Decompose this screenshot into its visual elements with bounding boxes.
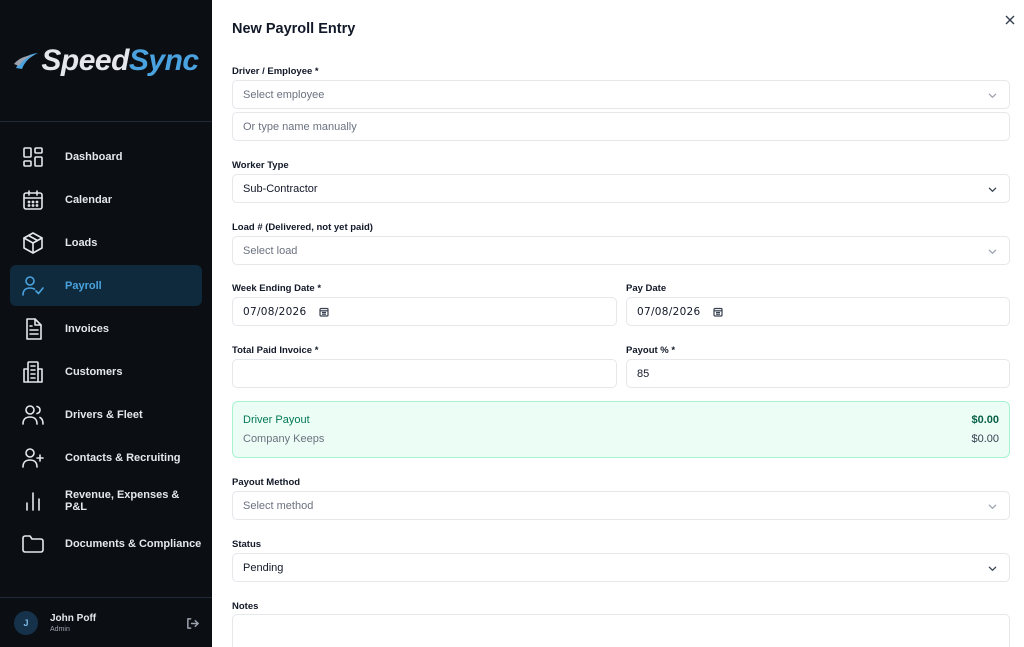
sidebar-item-label: Payroll xyxy=(65,279,102,292)
sidebar-item-label: Calendar xyxy=(65,193,113,206)
sidebar-item-loads[interactable]: Loads xyxy=(10,222,202,263)
payout-method-label: Payout Method xyxy=(232,477,301,488)
sidebar-item-revenue-expenses[interactable]: Revenue, Expenses & P&L xyxy=(10,480,202,521)
sidebar-item-label: Revenue, Expenses & P&L xyxy=(65,488,180,513)
user-role: Admin xyxy=(50,625,70,633)
close-icon[interactable] xyxy=(1005,12,1015,25)
employee-name-input[interactable]: Or type name manually xyxy=(232,112,1010,141)
payout-percent-label: Payout % * xyxy=(626,345,676,356)
speedsync-logo[interactable]: Speed Sync xyxy=(13,43,199,78)
avatar[interactable]: J xyxy=(14,610,38,635)
load-select[interactable]: Select load xyxy=(232,236,1010,265)
sidebar-item-contacts-recruiting[interactable]: Contacts & Recruiting xyxy=(10,437,202,478)
pay-date-value: 07/08/2026 xyxy=(637,305,701,318)
load-label: Load # (Delivered, not yet paid) xyxy=(232,222,373,233)
week-ending-date-input[interactable]: 07/08/2026 xyxy=(232,297,617,326)
user-plus-icon xyxy=(21,446,45,470)
chevron-down-icon xyxy=(988,185,997,194)
chevron-down-icon xyxy=(988,247,997,256)
worker-type-value: Sub-Contractor xyxy=(243,182,318,195)
status-label: Status xyxy=(232,539,262,550)
company-keeps-label: Company Keeps xyxy=(243,433,325,445)
sidebar-item-label: Dashboard xyxy=(65,150,123,163)
payout-method-select[interactable]: Select method xyxy=(232,491,1010,520)
employee-name-placeholder: Or type name manually xyxy=(243,120,357,133)
sidebar-item-documents-compliance[interactable]: Documents & Compliance xyxy=(10,523,202,564)
user-name: John Poff xyxy=(50,612,97,624)
pay-date-input[interactable]: 07/08/2026 xyxy=(626,297,1010,326)
company-keeps-row: Company Keeps $0.00 xyxy=(243,433,999,445)
worker-type-label: Worker Type xyxy=(232,160,289,171)
status-select[interactable]: Pending xyxy=(232,553,1010,582)
logout-icon[interactable] xyxy=(186,617,199,630)
logo-text-sync: Sync xyxy=(128,43,199,77)
payout-method-placeholder: Select method xyxy=(243,499,314,512)
user-check-icon xyxy=(21,274,45,298)
sidebar: Speed Sync Dashboard Calendar Loads Payr… xyxy=(0,0,212,647)
payout-percent-input[interactable]: 85 xyxy=(626,359,1010,388)
logo-area: Speed Sync xyxy=(0,0,212,122)
driver-employee-label: Driver / Employee * xyxy=(232,66,319,77)
notes-label: Notes xyxy=(232,601,259,612)
employee-select-placeholder: Select employee xyxy=(243,88,325,101)
chevron-down-icon xyxy=(988,564,997,573)
sidebar-nav: Dashboard Calendar Loads Payroll Invoice… xyxy=(10,136,202,566)
calendar-icon[interactable] xyxy=(712,307,723,317)
payout-summary: Driver Payout $0.00 Company Keeps $0.00 xyxy=(232,401,1010,458)
worker-type-select[interactable]: Sub-Contractor xyxy=(232,174,1010,203)
dashboard-grid-icon xyxy=(21,145,45,169)
bar-chart-icon xyxy=(21,489,45,513)
payroll-entry-form: New Payroll Entry Driver / Employee * Se… xyxy=(212,0,1024,647)
driver-payout-label: Driver Payout xyxy=(243,414,310,426)
folder-icon xyxy=(21,532,45,556)
sidebar-item-label: Invoices xyxy=(65,322,110,335)
pay-date-label: Pay Date xyxy=(626,283,667,294)
sidebar-item-label: Contacts & Recruiting xyxy=(65,451,181,464)
sidebar-item-drivers-fleet[interactable]: Drivers & Fleet xyxy=(10,394,202,435)
swoosh-icon xyxy=(14,52,39,69)
box-icon xyxy=(21,231,45,255)
driver-payout-value: $0.00 xyxy=(971,414,999,426)
logo-text-speed: Speed xyxy=(41,43,129,77)
load-select-placeholder: Select load xyxy=(243,244,298,257)
total-paid-invoice-label: Total Paid Invoice * xyxy=(232,345,319,356)
calendar-icon xyxy=(21,188,45,212)
week-ending-label: Week Ending Date * xyxy=(232,283,322,294)
status-value: Pending xyxy=(243,561,284,574)
sidebar-item-payroll[interactable]: Payroll xyxy=(10,265,202,306)
sidebar-item-label: Loads xyxy=(65,236,98,249)
user-text: John Poff Admin xyxy=(50,613,96,633)
sidebar-item-customers[interactable]: Customers xyxy=(10,351,202,392)
chevron-down-icon xyxy=(988,502,997,511)
employee-select[interactable]: Select employee xyxy=(232,80,1010,109)
users-icon xyxy=(21,403,45,427)
total-paid-invoice-input[interactable] xyxy=(232,359,617,388)
driver-payout-row: Driver Payout $0.00 xyxy=(243,414,999,426)
sidebar-item-label: Customers xyxy=(65,365,123,378)
week-ending-date-value: 07/08/2026 xyxy=(243,305,307,318)
payout-percent-value: 85 xyxy=(637,367,650,380)
document-icon xyxy=(21,317,45,341)
calendar-icon[interactable] xyxy=(318,307,329,317)
sidebar-item-label: Documents & Compliance xyxy=(65,537,202,550)
sidebar-item-label: Drivers & Fleet xyxy=(65,408,143,421)
sidebar-item-invoices[interactable]: Invoices xyxy=(10,308,202,349)
notes-textarea[interactable] xyxy=(232,614,1010,647)
user-profile: J John Poff Admin xyxy=(0,597,212,647)
building-icon xyxy=(21,360,45,384)
company-keeps-value: $0.00 xyxy=(971,433,999,445)
chevron-down-icon xyxy=(988,91,997,100)
sidebar-item-dashboard[interactable]: Dashboard xyxy=(10,136,202,177)
page-title: New Payroll Entry xyxy=(232,21,356,37)
sidebar-item-calendar[interactable]: Calendar xyxy=(10,179,202,220)
